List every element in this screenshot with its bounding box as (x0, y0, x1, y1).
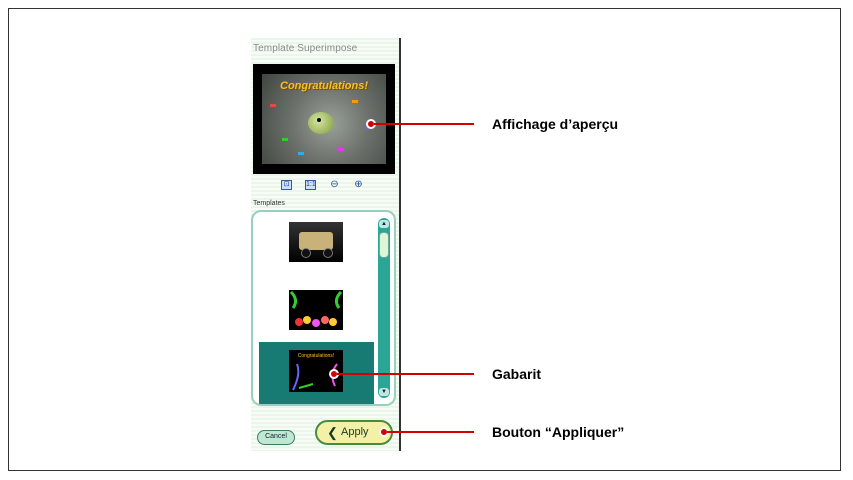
templates-label: Templates (253, 200, 285, 207)
fit-icon[interactable]: ⊡ (281, 180, 292, 190)
confetti (282, 138, 288, 141)
scroll-down-icon[interactable]: ▼ (379, 388, 389, 396)
bird-eye (317, 118, 321, 122)
scroll-thumb[interactable] (379, 232, 389, 258)
scroll-up-icon[interactable]: ▲ (379, 220, 389, 228)
template-thumbnail-car[interactable] (289, 222, 343, 262)
zoom-out-icon[interactable]: ⊖ (329, 180, 340, 191)
confetti (352, 100, 358, 103)
preview-callout-label: Affichage d’aperçu (492, 116, 619, 132)
templates-scrollbar[interactable]: ▲ ▼ (378, 218, 390, 398)
preview-callout-line (374, 123, 474, 125)
preview-toolbar: ⊡ 1:1 ⊖ ⊕ (281, 180, 371, 192)
zoom-in-icon[interactable]: ⊕ (353, 180, 364, 191)
apply-callout-line (387, 431, 474, 433)
wheel-graphic (323, 248, 333, 258)
template-superimpose-panel: Template Superimpose Congratulations! ⊡ … (251, 38, 401, 451)
panel-title: Template Superimpose (253, 43, 358, 54)
confetti (338, 148, 344, 151)
confetti (270, 104, 276, 107)
confetti (298, 152, 304, 155)
wheel-graphic (301, 248, 311, 258)
bird-graphic (308, 112, 334, 134)
flowers-graphic (289, 290, 343, 330)
templates-list: Congratulations! ▲ ▼ (251, 210, 396, 406)
preview-greeting-text: Congratulations! (280, 80, 368, 92)
actual-size-icon[interactable]: 1:1 (305, 180, 316, 190)
chevron-left-icon: ❮ (327, 425, 338, 440)
figure-frame (8, 8, 841, 471)
apply-callout-label: Bouton “Appliquer” (492, 424, 625, 440)
template-callout-line (337, 373, 474, 375)
cancel-button[interactable]: Cancel (257, 430, 295, 445)
template-thumbnail-flowers[interactable] (289, 290, 343, 330)
template-callout-label: Gabarit (492, 366, 542, 382)
apply-button-label: Apply (341, 426, 369, 438)
